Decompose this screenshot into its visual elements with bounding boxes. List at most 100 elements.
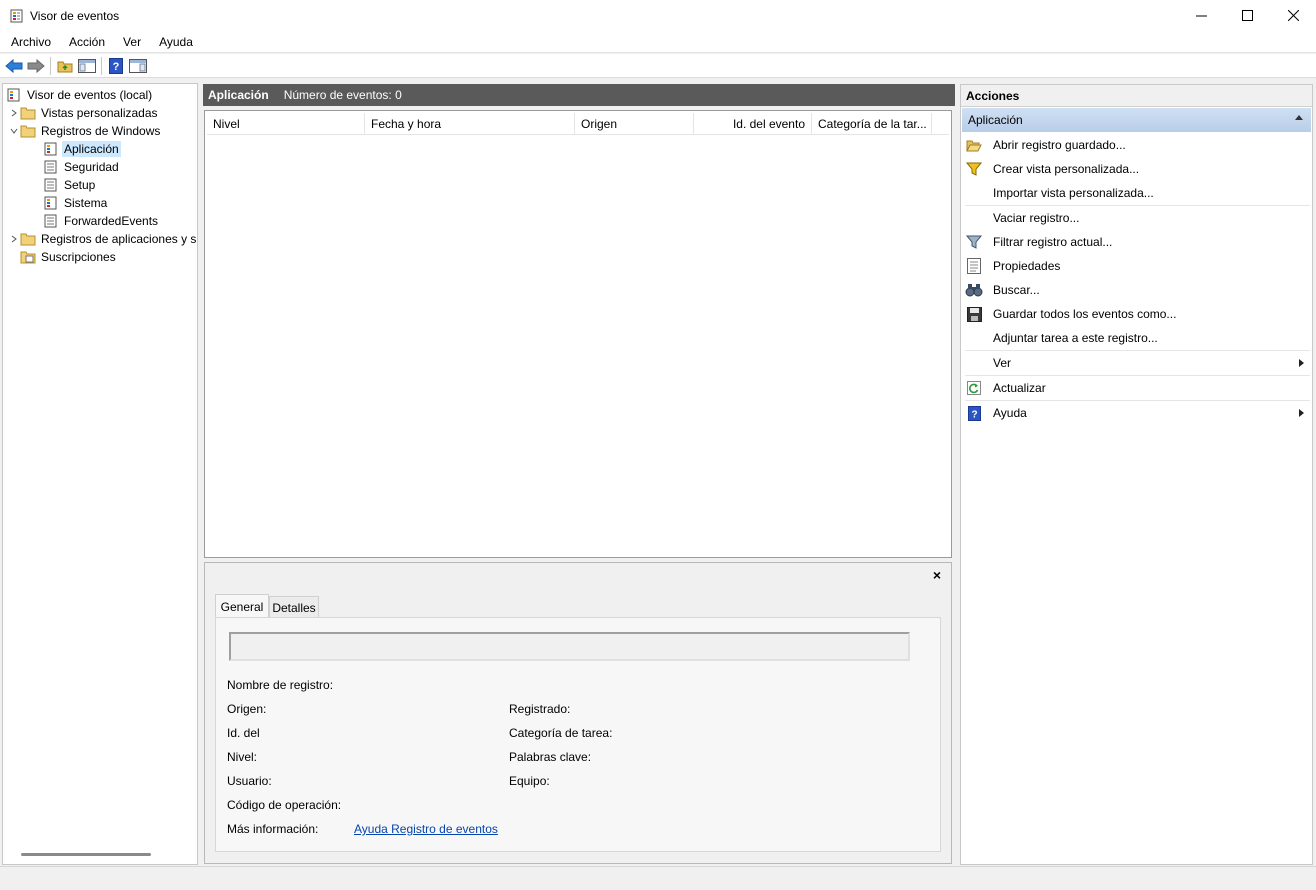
field-log-name: Nombre de registro: <box>227 678 334 692</box>
events-list[interactable]: Nivel Fecha y hora Origen Id. del evento… <box>204 110 952 558</box>
tree-item-registros-de-aplicaciones[interactable]: Registros de aplicaciones y s <box>8 230 197 248</box>
action-label: Ayuda <box>993 406 1027 420</box>
minimize-button[interactable] <box>1178 0 1224 31</box>
show-hide-tree-button[interactable] <box>76 56 98 76</box>
menu-ver[interactable]: Ver <box>116 35 148 49</box>
tree-item-forwardedevents[interactable]: ForwardedEvents <box>43 212 160 230</box>
tree-item-label: Vistas personalizadas <box>41 106 158 120</box>
events-list-header: Nivel Fecha y hora Origen Id. del evento… <box>207 113 949 135</box>
action-adjuntar-tarea[interactable]: Adjuntar tarea a este registro... <box>965 326 1310 350</box>
action-label: Guardar todos los eventos como... <box>993 307 1177 321</box>
field-level: Nivel: <box>227 750 258 764</box>
folder-icon <box>20 123 36 139</box>
status-bar <box>0 866 1316 890</box>
blank-icon <box>965 354 983 372</box>
action-abrir-registro[interactable]: Abrir registro guardado... <box>965 133 1310 157</box>
action-actualizar[interactable]: Actualizar <box>965 376 1310 400</box>
tree-item-sistema[interactable]: Sistema <box>43 194 109 212</box>
properties-icon <box>965 257 983 275</box>
menu-ayuda[interactable]: Ayuda <box>152 35 200 49</box>
action-label: Vaciar registro... <box>993 211 1080 225</box>
maximize-button[interactable] <box>1224 0 1270 31</box>
field-logged: Registrado: <box>509 702 571 716</box>
column-categoria[interactable]: Categoría de la tar... <box>812 113 932 135</box>
tree-item-setup[interactable]: Setup <box>43 176 97 194</box>
action-label: Ver <box>993 356 1012 370</box>
folder-up-icon <box>57 61 73 72</box>
close-button[interactable] <box>1270 0 1316 31</box>
help-button[interactable]: ? <box>105 56 127 76</box>
help-icon: ? <box>109 57 123 74</box>
tree-item-seguridad[interactable]: Seguridad <box>43 158 121 176</box>
action-label: Crear vista personalizada... <box>993 162 1140 176</box>
action-label: Abrir registro guardado... <box>993 138 1126 152</box>
tree-item-label: Aplicación <box>62 141 121 157</box>
action-pane-icon <box>129 58 147 73</box>
column-origen[interactable]: Origen <box>575 113 694 135</box>
toolbar-separator <box>101 56 102 75</box>
toolbar: ? <box>0 54 1316 78</box>
action-ver[interactable]: Ver <box>965 351 1310 375</box>
tree-item-aplicacion[interactable]: Aplicación <box>43 140 121 158</box>
column-id-evento[interactable]: Id. del evento <box>694 113 812 135</box>
actions-header: Acciones <box>961 85 1312 107</box>
blank-icon <box>965 209 983 227</box>
horizontal-scrollbar[interactable] <box>21 853 151 856</box>
tab-general[interactable]: General <box>215 594 269 618</box>
chevron-right-icon[interactable] <box>8 104 20 122</box>
action-crear-vista[interactable]: Crear vista personalizada... <box>965 157 1310 181</box>
svg-text:?: ? <box>971 409 977 420</box>
event-viewer-app-icon <box>10 9 24 23</box>
close-detail-button[interactable]: × <box>929 567 945 583</box>
more-info-link[interactable]: Ayuda Registro de eventos <box>354 822 498 836</box>
back-button[interactable] <box>3 56 25 76</box>
collapse-caret-icon[interactable] <box>1295 115 1303 120</box>
actions-section-aplicacion[interactable]: Aplicación <box>962 108 1311 132</box>
field-user: Usuario: <box>227 774 272 788</box>
log-icon <box>43 159 59 175</box>
show-hide-action-pane-button[interactable] <box>127 56 149 76</box>
toolbar-separator <box>50 56 51 75</box>
console-tree: Visor de eventos (local) Vistas personal… <box>2 83 198 865</box>
tree-item-label: ForwardedEvents <box>64 214 159 228</box>
action-label: Buscar... <box>993 283 1040 297</box>
action-buscar[interactable]: Buscar... <box>965 278 1310 302</box>
tab-detalles[interactable]: Detalles <box>269 596 319 618</box>
action-importar-vista[interactable]: Importar vista personalizada... <box>965 181 1310 205</box>
chevron-down-icon[interactable] <box>8 122 20 140</box>
actions-pane: Acciones Aplicación Abrir registro guard… <box>960 84 1313 865</box>
refresh-icon <box>965 379 983 397</box>
tree-item-label: Suscripciones <box>41 250 116 264</box>
action-filtrar-registro[interactable]: Filtrar registro actual... <box>965 230 1310 254</box>
tree-item-label: Registros de aplicaciones y s <box>41 232 197 246</box>
filter-icon <box>965 233 983 251</box>
forward-button[interactable] <box>25 56 47 76</box>
action-ayuda[interactable]: ? Ayuda <box>965 401 1310 425</box>
event-description-box[interactable] <box>229 632 910 661</box>
action-guardar-eventos[interactable]: Guardar todos los eventos como... <box>965 302 1310 326</box>
tree-item-label: Setup <box>64 178 96 192</box>
tree-item-suscripciones[interactable]: Suscripciones <box>20 248 118 266</box>
field-computer: Equipo: <box>509 774 550 788</box>
action-propiedades[interactable]: Propiedades <box>965 254 1310 278</box>
help-icon: ? <box>965 404 983 422</box>
filter-add-icon <box>965 160 983 178</box>
field-keywords: Palabras clave: <box>509 750 592 764</box>
column-nivel[interactable]: Nivel <box>207 113 365 135</box>
action-label: Filtrar registro actual... <box>993 235 1113 249</box>
tree-item-registros-de-windows[interactable]: Registros de Windows <box>8 122 162 140</box>
action-vaciar-registro[interactable]: Vaciar registro... <box>965 206 1310 230</box>
back-arrow-icon <box>5 58 23 73</box>
event-viewer-icon <box>6 87 22 103</box>
up-folder-button[interactable] <box>54 56 76 76</box>
tree-root[interactable]: Visor de eventos (local) <box>6 86 154 104</box>
event-detail-panel: × Detalles General Nombre de registro: O… <box>204 562 952 864</box>
subscription-icon <box>20 249 36 265</box>
menu-archivo[interactable]: Archivo <box>4 35 58 49</box>
menu-accion[interactable]: Acción <box>62 35 112 49</box>
tree-item-vistas-personalizadas[interactable]: Vistas personalizadas <box>8 104 160 122</box>
general-tab-body: Nombre de registro: Origen: Id. del Nive… <box>215 617 941 852</box>
chevron-right-icon[interactable] <box>8 230 20 248</box>
menu-bar: Archivo Acción Ver Ayuda <box>0 31 1316 53</box>
column-fecha-hora[interactable]: Fecha y hora <box>365 113 575 135</box>
